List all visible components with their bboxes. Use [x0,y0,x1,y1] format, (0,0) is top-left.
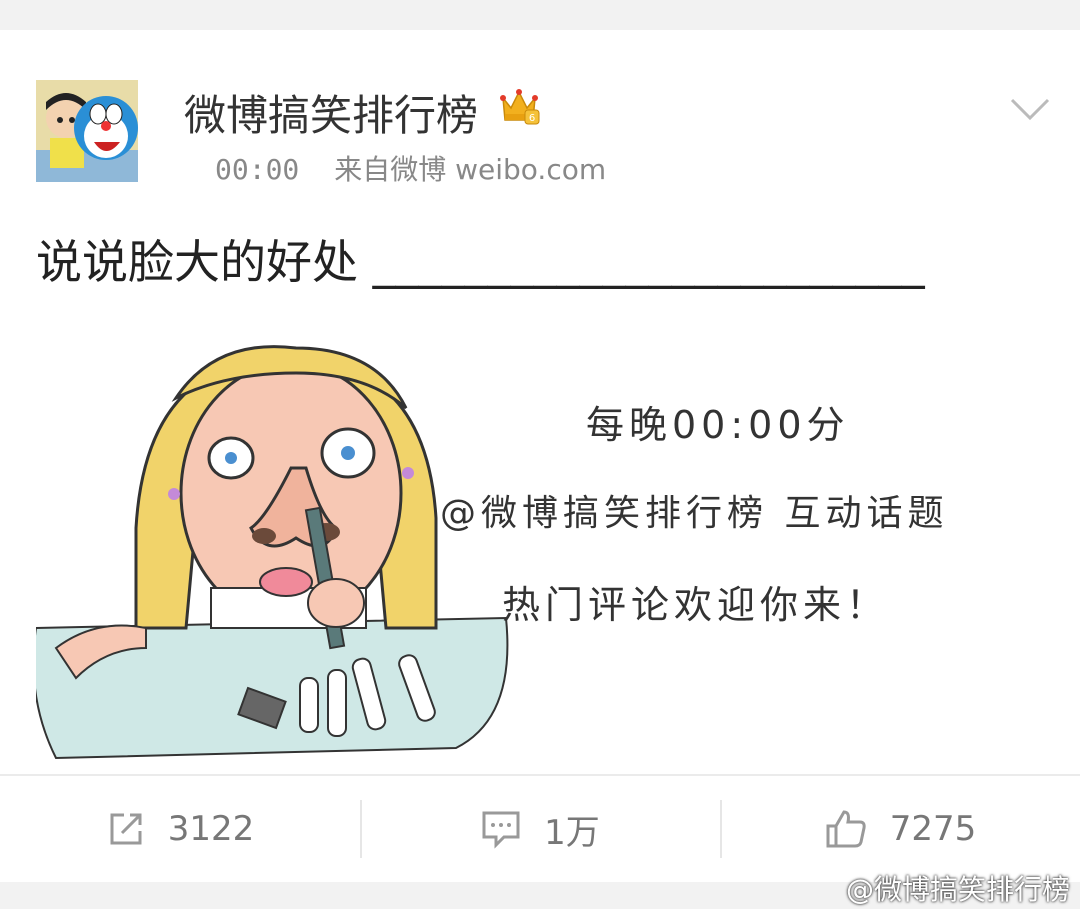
image-caption-line-1: 每晚00:00分 [586,403,850,447]
like-count: 7275 [889,809,977,849]
action-bar: 3122 1万 7275 [0,776,1080,882]
cartoon-illustration [32,318,1080,774]
chevron-down-icon[interactable] [1008,96,1052,122]
crown-badge-icon[interactable]: 6 [497,84,541,128]
watermark: @微博搞笑排行榜 [846,873,1071,906]
weibo-post-card: 微博搞笑排行榜 6 00:00 来自微博 weibo.com 说说脸大的好处 _… [0,30,1080,882]
svg-text:6: 6 [529,113,535,124]
post-meta: 00:00 来自微博 weibo.com [215,148,606,188]
repost-button[interactable]: 3122 [0,776,360,882]
user-name[interactable]: 微博搞笑排行榜 [184,82,478,143]
post-text: 说说脸大的好处 ________________________ [36,235,925,289]
repost-icon [110,813,142,845]
like-button[interactable]: 7275 [720,776,1080,882]
post-source[interactable]: 来自微博 weibo.com [334,153,606,186]
comment-button[interactable]: 1万 [360,776,720,882]
image-caption-line-3: 热门评论欢迎你来！ [502,583,890,627]
post-image[interactable]: 每晚00:00分 @微博搞笑排行榜 互动话题 热门评论欢迎你来！ [32,318,1080,774]
comment-count: 1万 [544,812,600,853]
post-time: 00:00 [215,153,300,186]
repost-count: 3122 [167,809,255,849]
user-avatar[interactable] [36,80,138,182]
thumbs-up-icon [826,810,866,848]
image-caption-line-2: @微博搞笑排行榜 互动话题 [440,493,949,534]
comment-icon [482,811,520,849]
